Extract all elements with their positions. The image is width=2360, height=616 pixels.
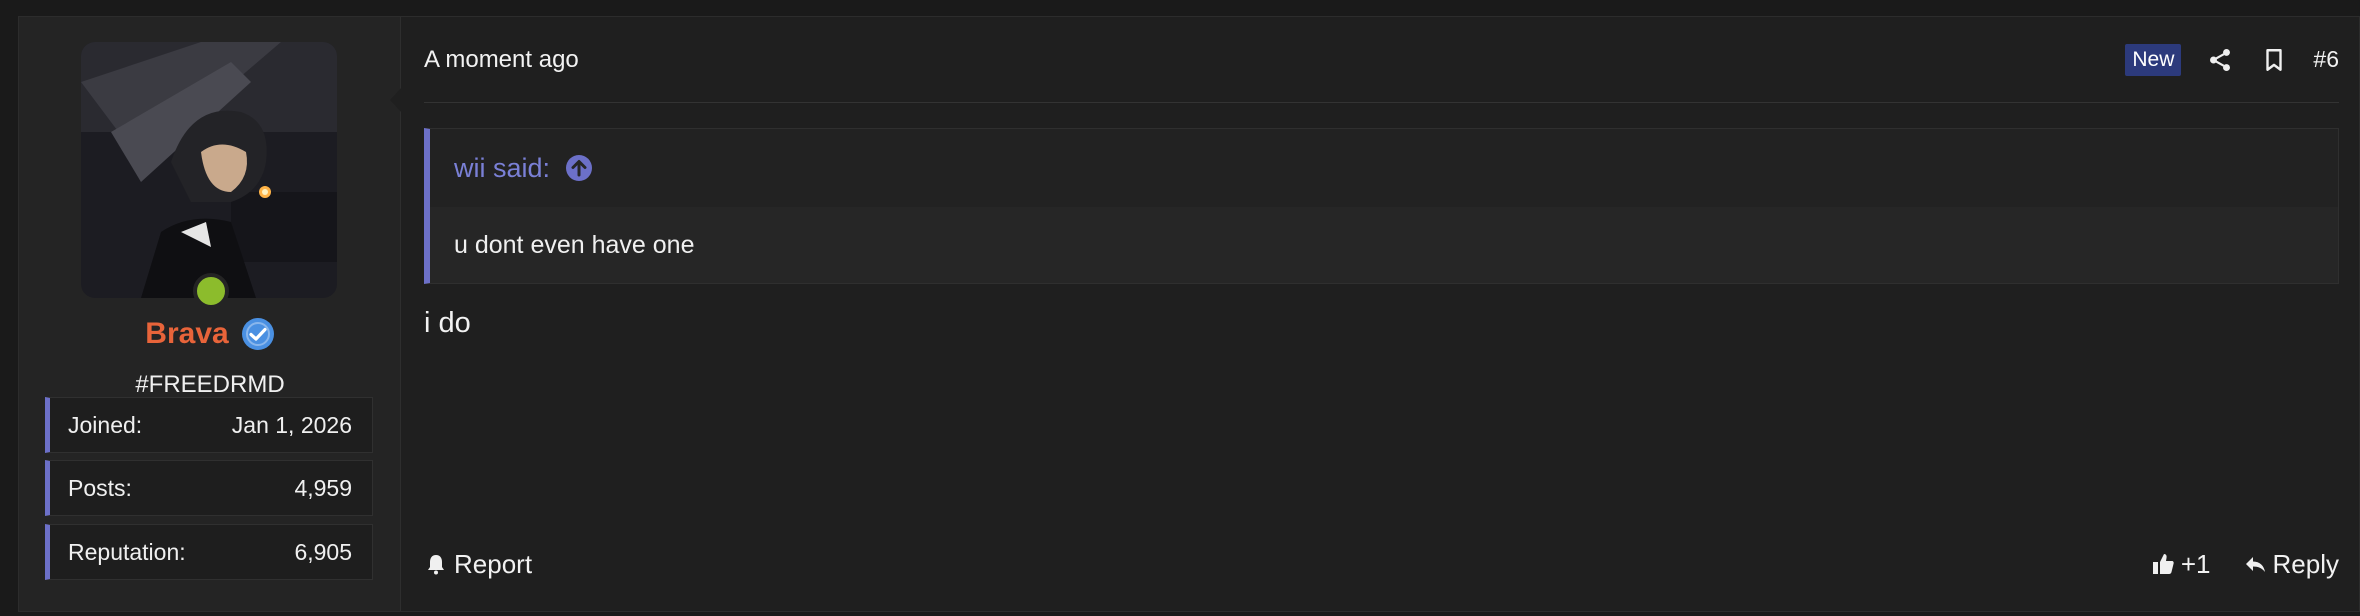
reply-button[interactable]: Reply	[2243, 549, 2339, 580]
post-pointer-arrow	[390, 87, 402, 113]
reply-label: Reply	[2272, 548, 2339, 579]
thumbs-up-icon	[2152, 554, 2174, 574]
quote-block: wii said: u dont even have one	[424, 128, 2339, 284]
report-label: Report	[454, 548, 533, 579]
post-footer: Report +1 Reply	[424, 539, 2339, 589]
username-row: Brava	[19, 317, 401, 351]
avatar-image	[81, 42, 337, 298]
like-count: +1	[2180, 548, 2211, 579]
bookmark-button[interactable]	[2259, 45, 2289, 75]
stat-posts: Posts: 4,959	[45, 460, 373, 516]
stat-label: Joined:	[68, 411, 143, 438]
post-number-link[interactable]: #6	[2313, 46, 2339, 73]
online-status-indicator	[193, 273, 229, 309]
post-message: i do	[424, 307, 471, 339]
footer-left: Report	[424, 549, 532, 580]
share-button[interactable]	[2205, 45, 2235, 75]
stat-label: Reputation:	[68, 538, 186, 565]
stat-value: Jan 1, 2026	[231, 411, 352, 438]
footer-right: +1 Reply	[2151, 549, 2339, 580]
stat-joined: Joined: Jan 1, 2026	[45, 397, 373, 453]
stat-reputation: Reputation: 6,905	[45, 524, 373, 580]
report-button[interactable]: Report	[424, 549, 532, 580]
post-container: Brava #FREEDRMD Joined: Jan 1, 2026 Post…	[18, 16, 2360, 612]
bell-icon	[428, 555, 444, 575]
quote-author[interactable]: wii said:	[454, 153, 550, 184]
post-main: A moment ago New #6 wii said: u dont eve…	[390, 17, 2359, 611]
post-header: A moment ago New #6	[424, 17, 2339, 103]
user-title: #FREEDRMD	[135, 371, 285, 398]
stat-label: Posts:	[68, 474, 132, 501]
new-badge: New	[2125, 43, 2182, 76]
username[interactable]: Brava	[145, 317, 228, 351]
stat-value: 4,959	[294, 474, 352, 501]
user-sidebar: Brava #FREEDRMD Joined: Jan 1, 2026 Post…	[19, 17, 401, 611]
avatar[interactable]	[81, 42, 337, 298]
reply-icon	[2245, 557, 2265, 572]
like-button[interactable]: +1	[2151, 549, 2211, 580]
share-icon	[2210, 48, 2231, 71]
post-header-actions: New #6	[2125, 43, 2339, 76]
post-timestamp[interactable]: A moment ago	[424, 46, 579, 74]
arrow-up-circle-icon[interactable]	[564, 153, 594, 183]
bookmark-icon	[2266, 48, 2283, 71]
quote-text: u dont even have one	[454, 230, 695, 259]
verified-icon	[241, 318, 274, 350]
stat-value: 6,905	[294, 538, 352, 565]
quote-header[interactable]: wii said:	[430, 129, 2338, 207]
